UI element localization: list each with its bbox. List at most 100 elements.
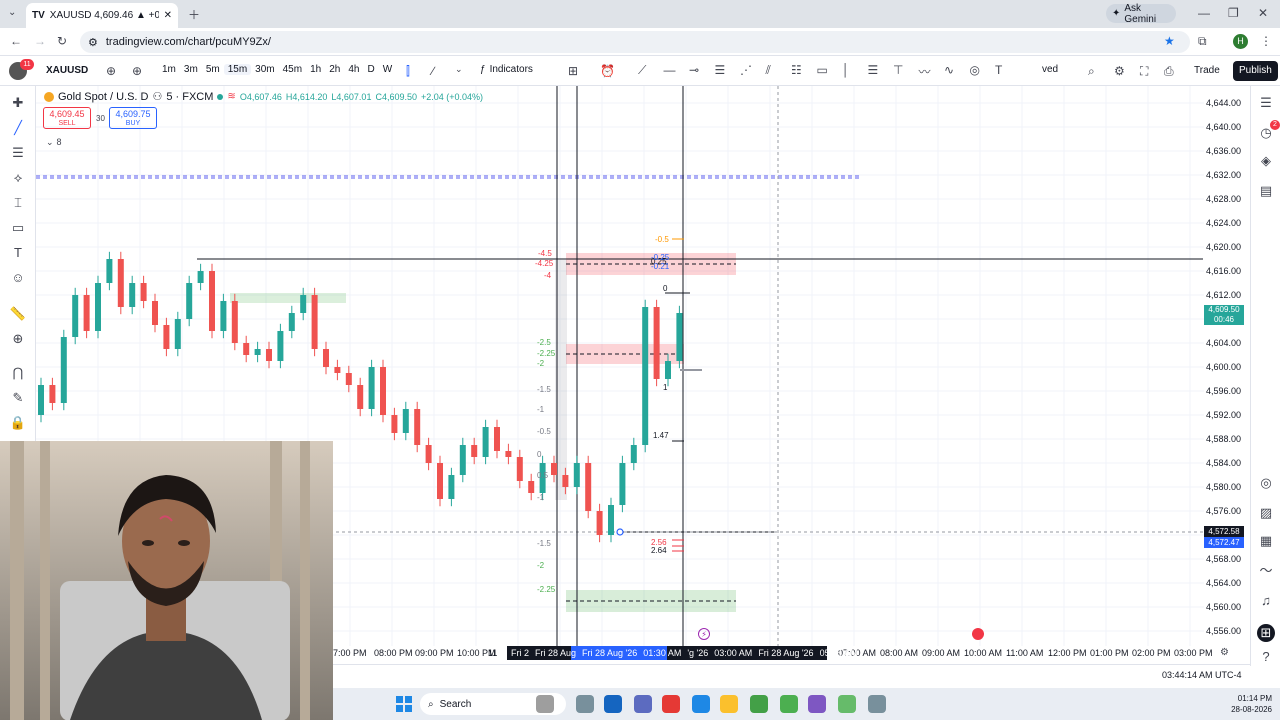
fullscreen-icon[interactable]: ⛶ [1140, 64, 1148, 79]
timeframe-3m[interactable]: 3m [180, 64, 202, 75]
folder-icon[interactable] [720, 695, 738, 713]
utc-clock[interactable]: 03:44:14 AM UTC-4 [1162, 670, 1242, 680]
fib-channel-icon[interactable]: ☰ [715, 63, 726, 77]
help-icon[interactable]: ? [1257, 648, 1275, 666]
windows-start-icon[interactable] [395, 695, 413, 713]
watchlist-icon[interactable]: ☰ [1257, 94, 1275, 112]
rectangle-icon[interactable]: ▭ [817, 63, 828, 77]
pattern-icon[interactable]: ⟋ [638, 63, 646, 78]
shapes-icon[interactable]: ▭ [9, 219, 27, 237]
sell-button[interactable]: 4,609.45 SELL [43, 107, 91, 129]
settings-app-icon[interactable] [868, 695, 886, 713]
system-clock[interactable]: 01:14 PM 28-08-2026 [1230, 693, 1272, 715]
alert-icon[interactable]: ⏰ [600, 64, 615, 78]
feed-icon[interactable]: 〜 [1257, 562, 1275, 580]
chrome-icon[interactable] [780, 695, 798, 713]
ruler-icon[interactable]: 📏 [9, 305, 27, 323]
timeframe-15m[interactable]: 15m [223, 64, 252, 75]
settings-gear-icon[interactable]: ⚙ [1114, 64, 1125, 78]
site-info-icon[interactable]: ⚙ [88, 36, 98, 49]
compare-symbol-icon[interactable]: ⊕ [106, 64, 116, 78]
projection-icon[interactable]: ⌶ [9, 194, 27, 212]
text-tool-icon[interactable]: T [9, 244, 27, 262]
forward-icon[interactable]: → [34, 34, 46, 48]
lock-drawing-icon[interactable]: ✎ [9, 389, 27, 407]
timeframe-45m[interactable]: 45m [279, 64, 306, 75]
indicators-button[interactable]: ƒ Indicators [480, 64, 533, 75]
fib-retracement-icon[interactable]: ☰ [9, 144, 27, 162]
chrome-alt-icon[interactable] [838, 695, 856, 713]
trend-line-icon[interactable]: ╱ [9, 119, 27, 137]
candles-chart-type-icon[interactable]: ⫿ [406, 64, 410, 79]
publish-button[interactable]: Publish [1233, 61, 1278, 81]
buy-button[interactable]: 4,609.75 BUY [109, 107, 157, 129]
timeframe-5m[interactable]: 5m [202, 64, 224, 75]
circle-icon[interactable]: ◎ [970, 63, 980, 77]
xbox-icon[interactable] [750, 695, 768, 713]
file-explorer-app-icon[interactable] [576, 695, 594, 713]
timeframe-30m[interactable]: 30m [251, 64, 278, 75]
chat-icon[interactable]: ▤ [1257, 182, 1275, 200]
axis-settings-icon[interactable]: ⚙ [1220, 647, 1229, 658]
indicators-collapse[interactable]: ⌄ 8 [46, 137, 62, 148]
anchor-point[interactable] [616, 528, 624, 536]
camera-icon[interactable]: ⎙ [1164, 64, 1174, 79]
landscape-widget-icon[interactable] [536, 695, 554, 713]
url-field[interactable]: ⚙ tradingview.com/chart/pcuMY9Zx/ [80, 31, 1190, 53]
lightning-event-icon[interactable]: ⚡ [698, 628, 710, 640]
trend-angle-icon[interactable]: ⋰ [740, 63, 752, 77]
profile-avatar[interactable]: H [1233, 34, 1248, 49]
back-icon[interactable]: ← [10, 34, 22, 48]
timeframe-2h[interactable]: 2h [325, 64, 344, 75]
text-icon[interactable]: T [995, 63, 1002, 77]
symbol-name[interactable]: Gold Spot / U.S. D [58, 91, 148, 103]
notebook-icon[interactable] [808, 695, 826, 713]
timeframe-4h[interactable]: 4h [344, 64, 363, 75]
pattern-icon[interactable]: ⟡ [9, 169, 27, 187]
close-icon[interactable]: ✕ [164, 10, 172, 21]
vertical-line-icon[interactable]: │ [842, 63, 850, 77]
bookmark-star-icon[interactable]: ★ [1164, 34, 1175, 48]
new-tab-icon[interactable]: ＋ [188, 6, 200, 23]
text-anchor-icon[interactable]: ⊤ [893, 63, 903, 77]
minimize-icon[interactable]: — [1198, 6, 1210, 20]
horizontal-line-icon[interactable]: — [664, 63, 676, 77]
zoom-in-icon[interactable]: ⊕ [9, 330, 27, 348]
regression-icon[interactable]: ☷ [791, 63, 802, 77]
tab-menu-icon[interactable]: ⌄ [8, 7, 16, 18]
fib-extension-icon[interactable]: ☰ [868, 63, 879, 77]
line-tool-icon[interactable]: ∕ [432, 64, 434, 78]
timeframe-D[interactable]: D [363, 64, 378, 75]
calendar-icon[interactable]: ▦ [1257, 532, 1275, 550]
store-icon[interactable] [634, 695, 652, 713]
bell-icon[interactable]: ♫ [1257, 592, 1275, 610]
chat-bubble-icon[interactable]: ▨ [1257, 504, 1275, 522]
azure-icon[interactable] [692, 695, 710, 713]
close-window-icon[interactable]: ✕ [1258, 6, 1268, 20]
ask-gemini-button[interactable]: ✦ Ask Gemini [1106, 3, 1176, 25]
trade-button[interactable]: Trade [1194, 65, 1220, 76]
brush-icon[interactable]: ∿ [944, 63, 954, 77]
reload-icon[interactable]: ↻ [57, 34, 67, 48]
timeframe-W[interactable]: W [379, 64, 396, 75]
layers-icon[interactable]: ◈ [1257, 152, 1275, 170]
lock-icon[interactable]: 🔒 [9, 414, 27, 432]
parallel-channel-icon[interactable]: ⫽ [766, 63, 771, 78]
symbol-search[interactable]: XAUUSD [46, 65, 88, 76]
zoom-icon[interactable]: ⌕ [1088, 64, 1095, 79]
kebab-menu-icon[interactable]: ⋮ [1260, 34, 1272, 48]
timeframe-1m[interactable]: 1m [158, 64, 180, 75]
maximize-icon[interactable]: ❐ [1228, 6, 1239, 20]
l-app-icon[interactable] [662, 695, 680, 713]
target-icon[interactable]: ◎ [1257, 474, 1275, 492]
magnet-icon[interactable]: ⋂ [9, 364, 27, 382]
add-symbol-icon[interactable]: ⊕ [132, 64, 142, 78]
legend-settings-icon[interactable]: ⚇ [152, 90, 162, 103]
crosshair-icon[interactable]: ✚ [9, 94, 27, 112]
extensions-icon[interactable]: ⧉ [1198, 34, 1207, 49]
apps-grid-icon[interactable]: ⊞ [1257, 624, 1275, 642]
outlook-icon[interactable] [604, 695, 622, 713]
horizontal-ray-icon[interactable]: ⊸ [689, 63, 699, 77]
browser-tab[interactable]: TV XAUUSD 4,609.46 ▲ +0.19% U ✕ [26, 3, 178, 28]
chevron-down-icon[interactable]: ⌄ [455, 64, 463, 75]
